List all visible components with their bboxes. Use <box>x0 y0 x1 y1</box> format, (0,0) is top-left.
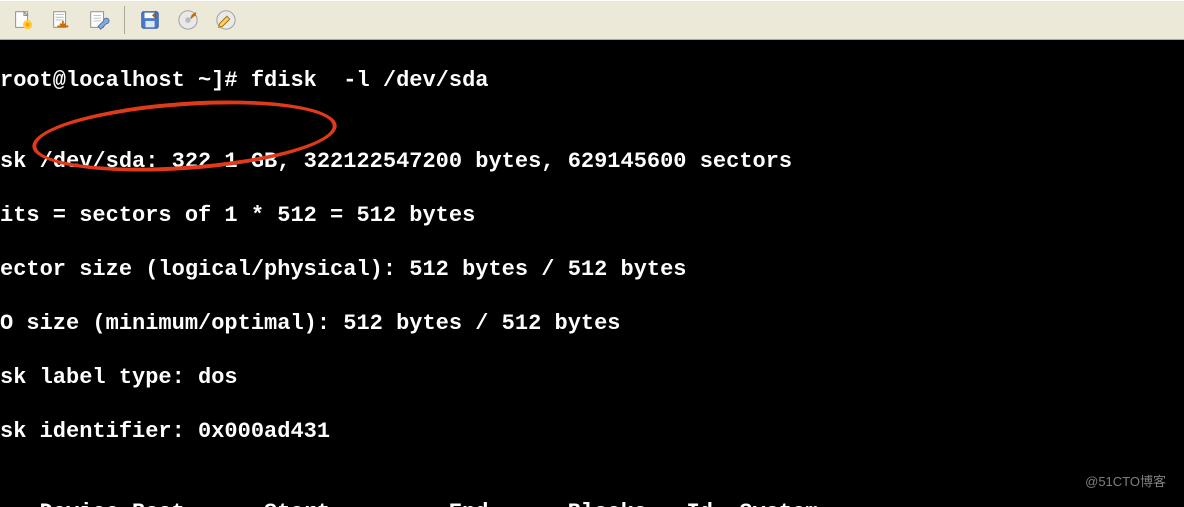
output-line: sk /dev/sda: 322.1 GB, 322122547200 byte… <box>0 148 1184 175</box>
disk-open-icon <box>177 9 199 31</box>
table-header: Device Boot Start End Blocks Id System <box>0 499 1184 507</box>
output-line: ector size (logical/physical): 512 bytes… <box>0 256 1184 283</box>
settings-button[interactable] <box>82 5 116 35</box>
save-button[interactable] <box>44 5 78 35</box>
output-line: sk label type: dos <box>0 364 1184 391</box>
prompt: root@localhost ~]# <box>0 68 251 93</box>
output-line: O size (minimum/optimal): 512 bytes / 51… <box>0 310 1184 337</box>
disk-save-icon <box>139 9 161 31</box>
disk-open-button[interactable] <box>171 5 205 35</box>
window: root@localhost ~]# fdisk -l /dev/sda sk … <box>0 0 1184 507</box>
disk-save-button[interactable] <box>133 5 167 35</box>
toolbar <box>0 0 1184 40</box>
watermark: @51CTO博客 <box>1085 468 1166 495</box>
settings-wrench-icon <box>88 9 110 31</box>
save-icon <box>50 9 72 31</box>
new-icon <box>12 9 34 31</box>
toolbar-separator <box>124 6 125 34</box>
output-line: its = sectors of 1 * 512 = 512 bytes <box>0 202 1184 229</box>
disk-edit-button[interactable] <box>209 5 243 35</box>
output-line: sk identifier: 0x000ad431 <box>0 418 1184 445</box>
disk-edit-icon <box>215 9 237 31</box>
prompt-line: root@localhost ~]# fdisk -l /dev/sda <box>0 67 1184 94</box>
new-button[interactable] <box>6 5 40 35</box>
terminal[interactable]: root@localhost ~]# fdisk -l /dev/sda sk … <box>0 40 1184 507</box>
command-text: fdisk -l /dev/sda <box>251 68 489 93</box>
